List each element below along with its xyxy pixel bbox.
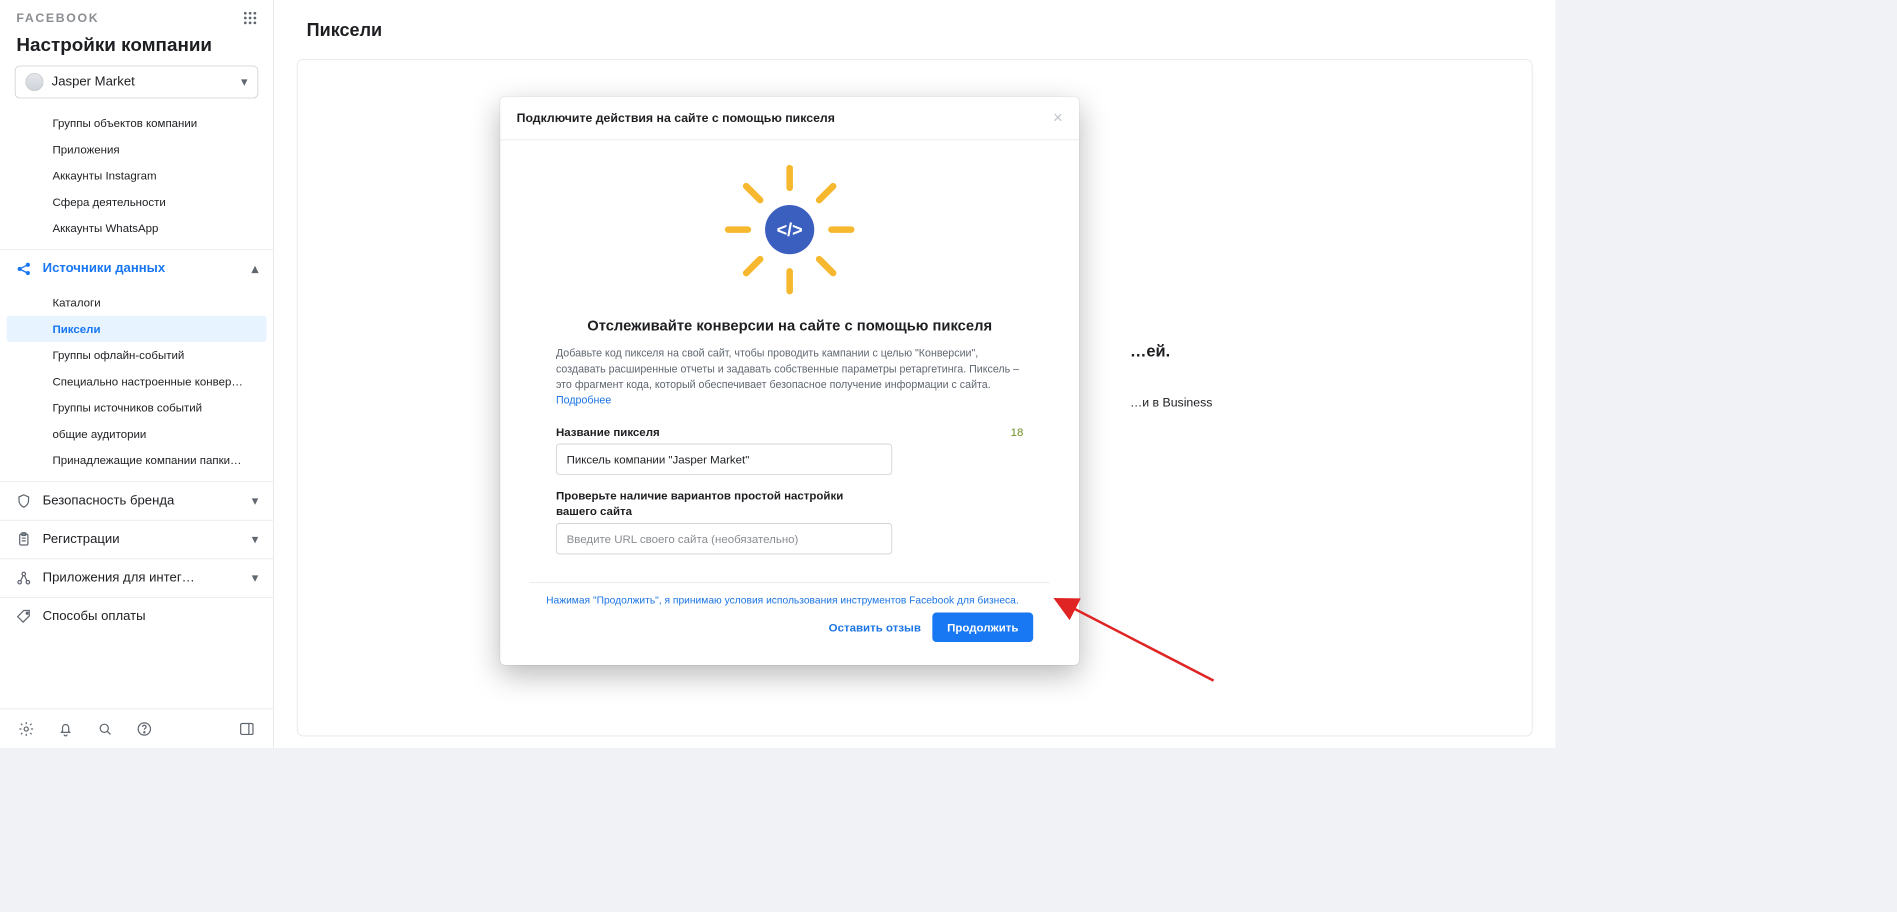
sidebar-item-shared-audiences[interactable]: общие аудитории bbox=[7, 421, 267, 447]
background-text-fragment: …и в Business bbox=[1130, 396, 1212, 410]
sidebar-item-custom-conversions[interactable]: Специально настроенные конвер… bbox=[7, 368, 267, 394]
bell-icon[interactable] bbox=[57, 720, 73, 736]
chevron-down-icon bbox=[241, 74, 248, 90]
svg-text:</>: </> bbox=[777, 220, 803, 240]
sidebar-item-business-creative-folders[interactable]: Принадлежащие компании папки… bbox=[7, 447, 267, 473]
terms-link[interactable]: Нажимая "Продолжить", я принимаю условия… bbox=[546, 594, 1033, 605]
page-settings-title: Настройки компании bbox=[0, 30, 273, 65]
modal-subtitle: Отслеживайте конверсии на сайте с помощь… bbox=[530, 317, 1050, 334]
company-name: Jasper Market bbox=[52, 75, 135, 90]
share-nodes-icon bbox=[15, 261, 33, 277]
price-tag-icon bbox=[15, 608, 33, 624]
help-icon[interactable] bbox=[136, 720, 152, 736]
sidebar-item-offline-event-sets[interactable]: Группы офлайн-событий bbox=[7, 342, 267, 368]
create-pixel-modal: Подключите действия на сайте с помощью п… bbox=[500, 97, 1079, 665]
sidebar: FACEBOOK Настройки компании Jasper Marke… bbox=[0, 0, 274, 748]
shield-icon bbox=[15, 493, 33, 509]
sidebar-item-pixels[interactable]: Пиксели bbox=[7, 316, 267, 342]
sidebar-cat-brand-safety[interactable]: Безопасность бренда bbox=[0, 481, 273, 520]
chevron-down-icon bbox=[252, 570, 259, 586]
company-selector[interactable]: Jasper Market bbox=[15, 66, 259, 99]
sidebar-item-line-of-business[interactable]: Сфера деятельности bbox=[7, 189, 267, 215]
company-avatar bbox=[25, 73, 43, 91]
chevron-down-icon bbox=[252, 493, 259, 509]
sidebar-item-applications[interactable]: Приложения bbox=[7, 136, 267, 162]
modal-description: Добавьте код пикселя на свой сайт, чтобы… bbox=[556, 346, 1023, 408]
collapse-sidebar-icon[interactable] bbox=[239, 720, 255, 736]
char-counter: 18 bbox=[1011, 426, 1024, 439]
leave-feedback-button[interactable]: Оставить отзыв bbox=[829, 621, 921, 634]
background-heading-fragment: …ей. bbox=[1130, 343, 1170, 362]
sidebar-cat-label: Источники данных bbox=[43, 262, 166, 277]
sidebar-cat-label: Приложения для интег… bbox=[43, 571, 195, 586]
gear-icon[interactable] bbox=[18, 720, 34, 736]
modal-title: Подключите действия на сайте с помощью п… bbox=[517, 111, 835, 125]
pixel-name-label: Название пикселя bbox=[556, 426, 660, 439]
sidebar-cat-label: Способы оплаты bbox=[43, 609, 146, 624]
sidebar-item-catalogs[interactable]: Каталоги bbox=[7, 289, 267, 315]
learn-more-link[interactable]: Подробнее bbox=[556, 393, 611, 405]
sidebar-footer bbox=[0, 708, 273, 747]
sidebar-cat-label: Регистрации bbox=[43, 532, 120, 547]
brand-logo: FACEBOOK bbox=[16, 11, 256, 25]
pixel-hero-illustration: </> bbox=[530, 160, 1050, 309]
pixel-name-input[interactable] bbox=[556, 444, 892, 475]
apps-grid-icon[interactable] bbox=[242, 10, 258, 26]
site-url-label: Проверьте наличие вариантов простой наст… bbox=[556, 488, 868, 518]
sidebar-item-whatsapp-accounts[interactable]: Аккаунты WhatsApp bbox=[7, 215, 267, 241]
sidebar-item-instagram-accounts[interactable]: Аккаунты Instagram bbox=[7, 162, 267, 188]
search-icon[interactable] bbox=[97, 720, 113, 736]
clipboard-icon bbox=[15, 531, 33, 547]
sidebar-cat-payments[interactable]: Способы оплаты bbox=[0, 597, 273, 636]
sidebar-cat-registrations[interactable]: Регистрации bbox=[0, 520, 273, 559]
integration-icon bbox=[15, 570, 33, 586]
sidebar-cat-data-sources[interactable]: Источники данных bbox=[0, 249, 273, 288]
page-title: Пиксели bbox=[274, 0, 1556, 48]
sidebar-cat-integrations[interactable]: Приложения для интег… bbox=[0, 558, 273, 597]
sidebar-item-company-object-groups[interactable]: Группы объектов компании bbox=[7, 110, 267, 136]
site-url-input[interactable] bbox=[556, 523, 892, 554]
chevron-down-icon bbox=[252, 531, 259, 547]
sidebar-item-event-source-groups[interactable]: Группы источников событий bbox=[7, 394, 267, 420]
sidebar-cat-label: Безопасность бренда bbox=[43, 494, 175, 509]
close-icon[interactable]: × bbox=[1053, 110, 1063, 126]
chevron-up-icon bbox=[252, 261, 259, 277]
continue-button[interactable]: Продолжить bbox=[932, 612, 1033, 642]
